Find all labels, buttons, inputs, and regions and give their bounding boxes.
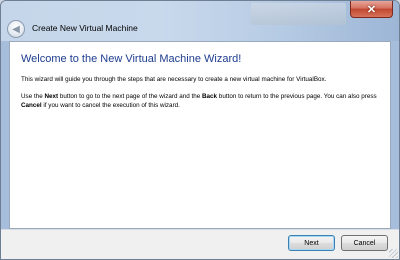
wizard-heading: Welcome to the New Virtual Machine Wizar… — [21, 53, 242, 65]
close-icon: ✕ — [366, 3, 377, 16]
back-arrow-icon: ◀ — [12, 23, 20, 35]
back-arrow-button[interactable]: ◀ — [7, 20, 25, 38]
instructions-part-4: if you want to cancel the execution of t… — [41, 102, 180, 109]
back-keyword: Back — [202, 93, 218, 100]
cancel-keyword: Cancel — [21, 102, 42, 109]
instructions-text: Use the Next button to go to the next pa… — [21, 92, 381, 110]
cancel-button[interactable]: Cancel — [341, 235, 388, 251]
title-bar: ✕ ◀ Create New Virtual Machine — [1, 1, 399, 41]
instructions-part-2: button to go to the next page of the wiz… — [58, 93, 202, 100]
close-button[interactable]: ✕ — [350, 1, 393, 18]
wizard-window: ✕ ◀ Create New Virtual Machine Welcome t… — [0, 0, 400, 260]
window-title: Create New Virtual Machine — [32, 23, 138, 33]
instructions-part-1: Use the — [21, 93, 45, 100]
next-keyword: Next — [44, 93, 59, 100]
instructions-part-3: button to return to the previous page. Y… — [217, 93, 377, 100]
background-window-hint — [251, 3, 346, 25]
wizard-content-panel: Welcome to the New Virtual Machine Wizar… — [9, 41, 391, 229]
next-button[interactable]: Next — [288, 235, 335, 251]
intro-text: This wizard will guide you through the s… — [21, 76, 327, 83]
button-bar: Next Cancel — [1, 229, 399, 259]
resize-grip[interactable] — [389, 249, 398, 258]
